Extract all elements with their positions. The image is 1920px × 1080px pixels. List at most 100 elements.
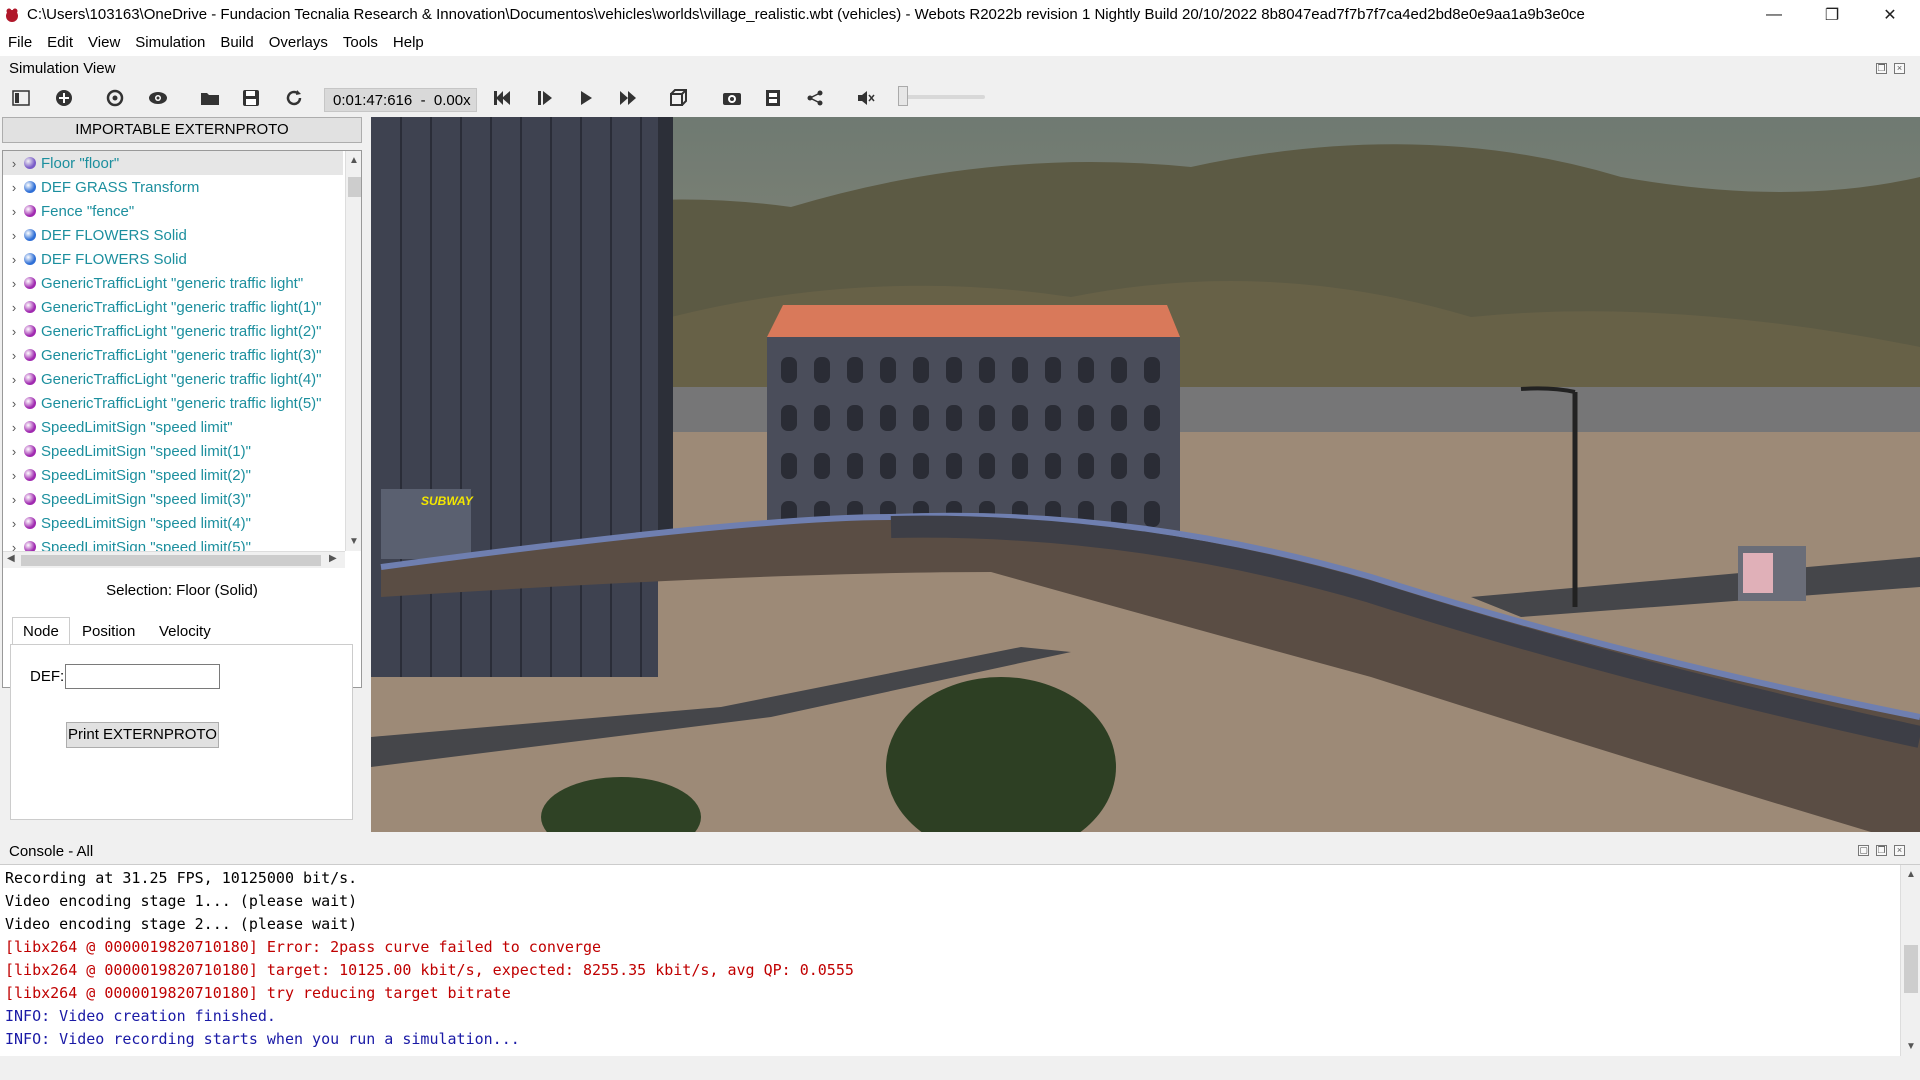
scroll-down-icon[interactable]: ▼ bbox=[349, 536, 359, 547]
tree-horizontal-scrollbar[interactable]: ◀ ▶ bbox=[3, 551, 345, 568]
tree-scroll-thumb[interactable] bbox=[348, 177, 361, 197]
rendering-toggle-button[interactable] bbox=[664, 84, 692, 112]
expand-arrow-icon[interactable]: › bbox=[7, 324, 21, 339]
tree-item[interactable]: › Fence "fence" bbox=[3, 199, 343, 223]
reload-world-button[interactable] bbox=[101, 84, 129, 112]
house-window bbox=[913, 453, 929, 479]
expand-arrow-icon[interactable]: › bbox=[7, 204, 21, 219]
reset-simulation-button[interactable] bbox=[280, 84, 308, 112]
tree-item[interactable]: › GenericTrafficLight "generic traffic li… bbox=[3, 391, 343, 415]
console-close-button[interactable]: × bbox=[1894, 845, 1905, 856]
house-window bbox=[880, 453, 896, 479]
menu-view[interactable]: View bbox=[80, 34, 127, 51]
tab-velocity[interactable]: Velocity bbox=[148, 617, 222, 645]
tree-item[interactable]: › SpeedLimitSign "speed limit(3)" bbox=[3, 487, 343, 511]
expand-arrow-icon[interactable]: › bbox=[7, 396, 21, 411]
console-output[interactable]: Recording at 31.25 FPS, 10125000 bit/s. V… bbox=[0, 864, 1920, 1056]
expand-arrow-icon[interactable]: › bbox=[7, 468, 21, 483]
film-icon bbox=[766, 90, 780, 106]
tree-item-label: SpeedLimitSign "speed limit(1)" bbox=[41, 442, 251, 460]
minimize-button[interactable]: — bbox=[1745, 0, 1803, 29]
tab-position[interactable]: Position bbox=[71, 617, 146, 645]
menu-build[interactable]: Build bbox=[212, 34, 260, 51]
close-button[interactable]: ✕ bbox=[1861, 0, 1919, 29]
play-icon bbox=[581, 91, 592, 105]
menu-simulation[interactable]: Simulation bbox=[127, 34, 212, 51]
close-dock-button[interactable]: × bbox=[1894, 63, 1905, 74]
tree-item[interactable]: › GenericTrafficLight "generic traffic li… bbox=[3, 343, 343, 367]
play-button[interactable] bbox=[572, 84, 600, 112]
console-float-button[interactable]: ❐ bbox=[1876, 845, 1887, 856]
console-scroll-thumb[interactable] bbox=[1904, 945, 1918, 993]
expand-arrow-icon[interactable]: › bbox=[7, 420, 21, 435]
open-world-button[interactable] bbox=[196, 84, 224, 112]
print-externproto-button[interactable]: Print EXTERNPROTO bbox=[66, 722, 219, 748]
expand-arrow-icon[interactable]: › bbox=[7, 180, 21, 195]
float-dock-button[interactable]: ❐ bbox=[1876, 63, 1887, 74]
console-scroll-down-icon[interactable]: ▼ bbox=[1906, 1041, 1916, 1052]
fast-forward-button[interactable] bbox=[614, 84, 642, 112]
step-back-button[interactable] bbox=[488, 84, 516, 112]
share-button[interactable] bbox=[801, 84, 829, 112]
menu-edit[interactable]: Edit bbox=[39, 34, 80, 51]
menu-help[interactable]: Help bbox=[385, 34, 431, 51]
mute-button[interactable] bbox=[852, 84, 880, 112]
tree-vertical-scrollbar[interactable]: ▲ ▼ bbox=[345, 151, 361, 551]
house-window bbox=[1111, 453, 1127, 479]
house-window bbox=[1144, 405, 1160, 431]
expand-arrow-icon[interactable]: › bbox=[7, 156, 21, 171]
expand-arrow-icon[interactable]: › bbox=[7, 276, 21, 291]
tab-node[interactable]: Node bbox=[12, 617, 70, 645]
step-button[interactable] bbox=[531, 84, 559, 112]
tree-item-label: GenericTrafficLight "generic traffic lig… bbox=[41, 298, 322, 316]
toggle-view-button[interactable] bbox=[144, 84, 172, 112]
tree-item[interactable]: › GenericTrafficLight "generic traffic li… bbox=[3, 295, 343, 319]
scroll-up-icon[interactable]: ▲ bbox=[349, 155, 359, 166]
screenshot-button[interactable] bbox=[718, 84, 746, 112]
tree-item[interactable]: › GenericTrafficLight "generic traffic li… bbox=[3, 319, 343, 343]
tree-item[interactable]: › DEF FLOWERS Solid bbox=[3, 247, 343, 271]
def-input[interactable] bbox=[65, 664, 220, 689]
toggle-scene-tree-button[interactable] bbox=[7, 84, 35, 112]
volume-slider-track[interactable] bbox=[903, 95, 985, 99]
menu-file[interactable]: File bbox=[0, 34, 39, 51]
tree-item[interactable]: › GenericTrafficLight "generic traffic li… bbox=[3, 271, 343, 295]
tree-item[interactable]: › SpeedLimitSign "speed limit(4)" bbox=[3, 511, 343, 535]
tree-item[interactable]: › SpeedLimitSign "speed limit" bbox=[3, 415, 343, 439]
importable-externproto-button[interactable]: IMPORTABLE EXTERNPROTO bbox=[2, 117, 362, 143]
expand-arrow-icon[interactable]: › bbox=[7, 372, 21, 387]
expand-arrow-icon[interactable]: › bbox=[7, 300, 21, 315]
menu-overlays[interactable]: Overlays bbox=[261, 34, 335, 51]
tree-hscroll-thumb[interactable] bbox=[21, 555, 321, 566]
house-window bbox=[979, 405, 995, 431]
save-world-button[interactable] bbox=[237, 84, 265, 112]
tree-item[interactable]: › Floor "floor" bbox=[3, 151, 343, 175]
tree-item[interactable]: › DEF GRASS Transform bbox=[3, 175, 343, 199]
house-window bbox=[1111, 357, 1127, 383]
console-vertical-scrollbar[interactable]: ▲ ▼ bbox=[1900, 865, 1920, 1056]
console-scroll-up-icon[interactable]: ▲ bbox=[1906, 869, 1916, 880]
tree-item[interactable]: › SpeedLimitSign "speed limit(2)" bbox=[3, 463, 343, 487]
record-movie-button[interactable] bbox=[759, 84, 787, 112]
house-window bbox=[1078, 453, 1094, 479]
add-node-button[interactable] bbox=[50, 84, 78, 112]
house-window bbox=[913, 357, 929, 383]
3d-viewport[interactable]: SUBWAY bbox=[371, 117, 1920, 832]
tree-item[interactable]: › GenericTrafficLight "generic traffic li… bbox=[3, 367, 343, 391]
house-window bbox=[1078, 405, 1094, 431]
volume-slider-thumb[interactable] bbox=[898, 86, 908, 106]
console-clear-button[interactable]: ▢ bbox=[1858, 845, 1869, 856]
expand-arrow-icon[interactable]: › bbox=[7, 252, 21, 267]
expand-arrow-icon[interactable]: › bbox=[7, 444, 21, 459]
expand-arrow-icon[interactable]: › bbox=[7, 228, 21, 243]
menu-tools[interactable]: Tools bbox=[335, 34, 385, 51]
expand-arrow-icon[interactable]: › bbox=[7, 492, 21, 507]
expand-arrow-icon[interactable]: › bbox=[7, 348, 21, 363]
console-line: Video encoding stage 1... (please wait) bbox=[5, 892, 358, 910]
expand-arrow-icon[interactable]: › bbox=[7, 516, 21, 531]
scroll-left-icon[interactable]: ◀ bbox=[7, 553, 15, 564]
tree-item[interactable]: › DEF FLOWERS Solid bbox=[3, 223, 343, 247]
restore-button[interactable]: ❐ bbox=[1803, 0, 1861, 29]
tree-item[interactable]: › SpeedLimitSign "speed limit(1)" bbox=[3, 439, 343, 463]
scroll-right-icon[interactable]: ▶ bbox=[329, 553, 337, 564]
